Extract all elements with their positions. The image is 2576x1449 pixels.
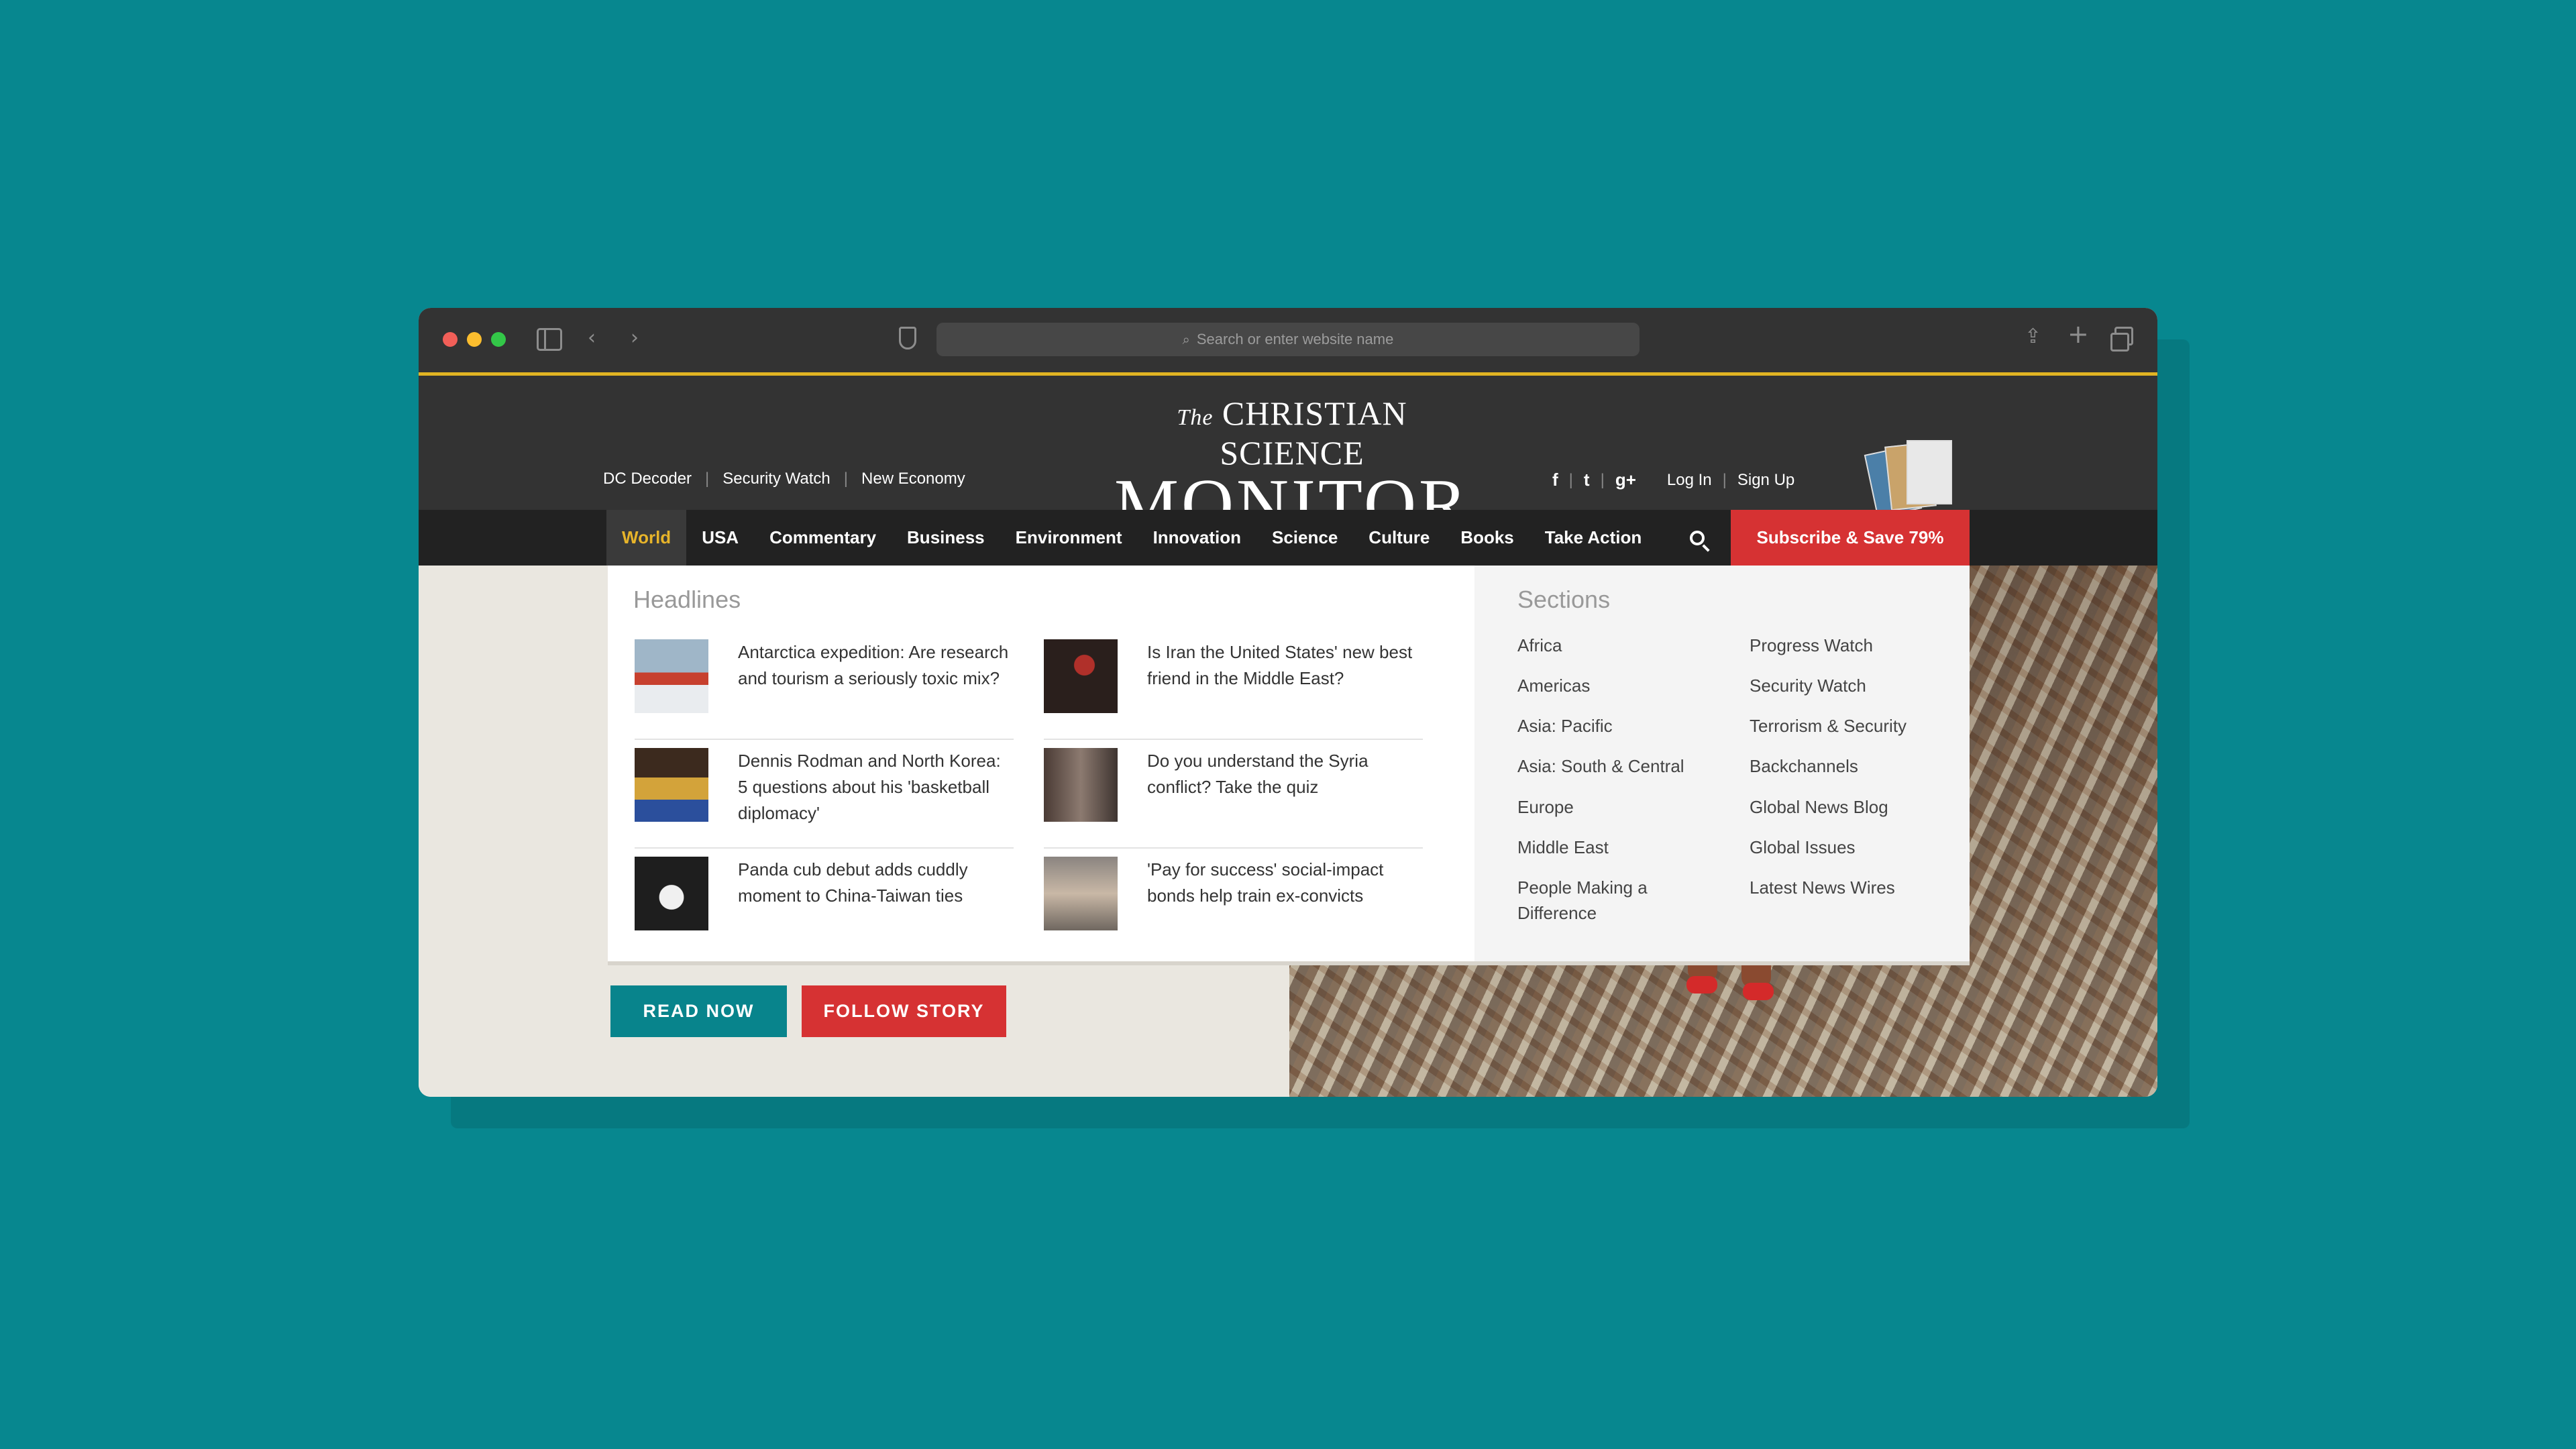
section-link-europe[interactable]: Europe xyxy=(1517,794,1719,820)
tab-overview-icon[interactable] xyxy=(2110,327,2133,352)
new-tab-plus-icon[interactable]: + xyxy=(2068,321,2089,347)
privacy-shield-icon[interactable] xyxy=(899,327,916,350)
google-plus-icon[interactable]: g+ xyxy=(1615,470,1636,490)
headline-thumbnail xyxy=(635,639,708,713)
facebook-icon[interactable]: f xyxy=(1552,470,1558,490)
divider: | xyxy=(1568,470,1573,489)
forward-arrow-icon[interactable]: › xyxy=(631,328,639,348)
subscribe-button[interactable]: Subscribe & Save 79% xyxy=(1731,510,1970,566)
address-bar[interactable]: ⌕ Search or enter website name xyxy=(936,323,1640,356)
divider: | xyxy=(705,470,710,488)
logo-the: The xyxy=(1177,405,1214,430)
divider: | xyxy=(843,470,849,488)
nav-item-world[interactable]: World xyxy=(606,510,687,566)
nav-item-culture[interactable]: Culture xyxy=(1353,510,1445,566)
section-link-backchannels[interactable]: Backchannels xyxy=(1750,753,1951,779)
address-bar-placeholder: Search or enter website name xyxy=(1196,331,1394,347)
read-now-button[interactable]: READ NOW xyxy=(610,985,787,1037)
headline-text: Dennis Rodman and North Korea: 5 questio… xyxy=(738,751,1001,823)
divider: | xyxy=(1600,470,1605,489)
headline-item[interactable]: Is Iran the United States' new best frie… xyxy=(1044,639,1423,740)
search-icon: ⌕ xyxy=(1182,331,1190,347)
logo-top-text: CHRISTIAN SCIENCE xyxy=(1220,394,1407,472)
browser-window: ‹ › ⌕ Search or enter website name ⇪ + D… xyxy=(419,308,2157,1097)
section-link-global-news-blog[interactable]: Global News Blog xyxy=(1750,794,1951,820)
photo-shoe xyxy=(1743,983,1774,1000)
social-links: f | t | g+ Log In | Sign Up xyxy=(1552,470,1794,490)
nav-item-usa[interactable]: USA xyxy=(686,510,754,566)
search-icon xyxy=(1690,530,1705,545)
nav-search-button[interactable] xyxy=(1677,510,1717,566)
section-link-progress-watch[interactable]: Progress Watch xyxy=(1750,633,1951,658)
headline-text: Panda cub debut adds cuddly moment to Ch… xyxy=(738,859,968,906)
world-mega-menu: Headlines Antarctica expedition: Are res… xyxy=(608,566,1970,961)
top-link-security-watch[interactable]: Security Watch xyxy=(722,470,830,488)
headline-text: 'Pay for success' social-impact bonds he… xyxy=(1147,859,1384,906)
headline-text: Is Iran the United States' new best frie… xyxy=(1147,642,1413,688)
signup-link[interactable]: Sign Up xyxy=(1737,471,1794,490)
section-link-americas[interactable]: Americas xyxy=(1517,673,1719,698)
headline-item[interactable]: 'Pay for success' social-impact bonds he… xyxy=(1044,857,1423,957)
divider: | xyxy=(1722,470,1727,489)
headline-thumbnail xyxy=(1044,748,1118,822)
section-link-latest-news-wires[interactable]: Latest News Wires xyxy=(1750,875,1951,900)
sidebar-toggle-icon[interactable] xyxy=(537,328,562,351)
headline-item[interactable]: Antarctica expedition: Are research and … xyxy=(635,639,1014,740)
sections-heading: Sections xyxy=(1517,586,1611,613)
section-link-asia-south-central[interactable]: Asia: South & Central xyxy=(1517,753,1719,779)
nav-item-take-action[interactable]: Take Action xyxy=(1529,510,1657,566)
follow-story-button[interactable]: FOLLOW STORY xyxy=(802,985,1006,1037)
section-link-middle-east[interactable]: Middle East xyxy=(1517,835,1719,860)
headline-thumbnail xyxy=(635,857,708,930)
close-window-button[interactable] xyxy=(443,332,458,347)
top-links: DC Decoder | Security Watch | New Econom… xyxy=(603,470,965,488)
top-link-dc-decoder[interactable]: DC Decoder xyxy=(603,470,692,488)
headline-thumbnail xyxy=(1044,857,1118,930)
headline-item[interactable]: Panda cub debut adds cuddly moment to Ch… xyxy=(635,857,1014,957)
top-link-new-economy[interactable]: New Economy xyxy=(861,470,965,488)
back-arrow-icon[interactable]: ‹ xyxy=(588,328,596,348)
browser-toolbar: ‹ › ⌕ Search or enter website name ⇪ + xyxy=(419,308,2157,374)
site-header: DC Decoder | Security Watch | New Econom… xyxy=(419,376,2157,541)
headlines-heading: Headlines xyxy=(633,586,741,613)
nav-item-commentary[interactable]: Commentary xyxy=(754,510,892,566)
section-link-africa[interactable]: Africa xyxy=(1517,633,1719,658)
login-link[interactable]: Log In xyxy=(1667,471,1712,490)
headline-text: Do you understand the Syria conflict? Ta… xyxy=(1147,751,1368,797)
nav-item-innovation[interactable]: Innovation xyxy=(1138,510,1256,566)
minimize-window-button[interactable] xyxy=(467,332,482,347)
section-link-people-making-a-difference[interactable]: People Making a Difference xyxy=(1517,875,1678,926)
headline-item[interactable]: Do you understand the Syria conflict? Ta… xyxy=(1044,748,1423,849)
headline-thumbnail xyxy=(1044,639,1118,713)
headline-thumbnail xyxy=(635,748,708,822)
magazine-cover xyxy=(1907,440,1952,504)
share-icon[interactable]: ⇪ xyxy=(2025,327,2041,347)
photo-shoe xyxy=(1686,976,1717,994)
headline-item[interactable]: Dennis Rodman and North Korea: 5 questio… xyxy=(635,748,1014,849)
main-nav: World USA Commentary Business Environmen… xyxy=(419,510,2157,566)
nav-item-business[interactable]: Business xyxy=(892,510,1000,566)
nav-item-books[interactable]: Books xyxy=(1445,510,1529,566)
magazine-covers-image[interactable] xyxy=(1864,436,1955,519)
nav-item-science[interactable]: Science xyxy=(1256,510,1353,566)
twitter-icon[interactable]: t xyxy=(1584,470,1590,490)
sections-panel: Sections Africa Americas Asia: Pacific A… xyxy=(1474,566,1970,961)
section-link-global-issues[interactable]: Global Issues xyxy=(1750,835,1951,860)
section-link-security-watch[interactable]: Security Watch xyxy=(1750,673,1951,698)
nav-item-environment[interactable]: Environment xyxy=(1000,510,1138,566)
headline-text: Antarctica expedition: Are research and … xyxy=(738,642,1009,688)
section-link-terrorism-security[interactable]: Terrorism & Security xyxy=(1750,713,1951,739)
zoom-window-button[interactable] xyxy=(491,332,506,347)
section-link-asia-pacific[interactable]: Asia: Pacific xyxy=(1517,713,1719,739)
